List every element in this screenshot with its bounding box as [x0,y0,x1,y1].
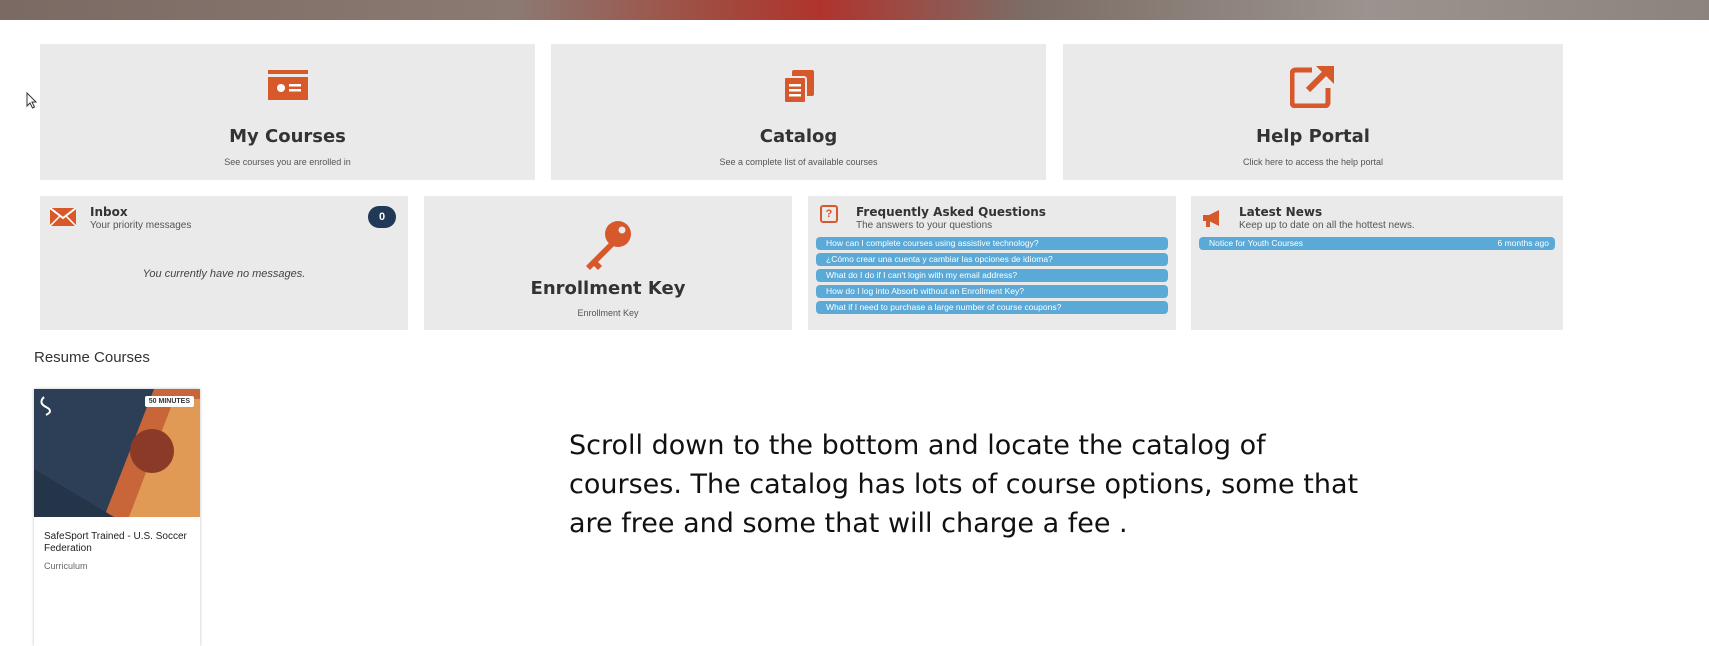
news-title: Latest News [1239,205,1323,219]
tile-subtitle: Enrollment Key [577,308,639,318]
instruction-line: are free and some that will charge a fee… [569,508,1128,539]
course-title: SafeSport Trained - U.S. Soccer Federati… [44,531,187,554]
latest-news-tile: Latest News Keep up to date on all the h… [1191,196,1563,330]
question-icon: ? [820,205,838,223]
course-duration-badge: 50 MINUTES [144,396,194,407]
inbox-count-badge: 0 [368,206,396,228]
catalog-tile[interactable]: Catalog See a complete list of available… [551,44,1046,180]
inbox-subtitle: Your priority messages [90,220,192,231]
tile-title: Catalog [759,126,838,147]
news-item[interactable]: Notice for Youth Courses 6 months ago [1199,237,1555,250]
faq-item[interactable]: How can I complete courses using assisti… [816,237,1168,250]
envelope-icon [50,208,76,226]
hero-banner [0,0,1709,20]
external-link-icon [1290,65,1334,108]
instruction-text: Scroll down to the bottom and locate the… [569,426,1358,543]
copy-documents-icon [782,70,814,104]
my-courses-tile[interactable]: My Courses See courses you are enrolled … [40,44,535,180]
inbox-empty-message: You currently have no messages. [142,268,306,280]
tile-title: My Courses [229,126,346,147]
tile-subtitle: See courses you are enrolled in [224,157,351,167]
faq-item[interactable]: How do I log into Absorb without an Enro… [816,285,1168,298]
news-item-age: 6 months ago [1497,238,1549,248]
faq-list: How can I complete courses using assisti… [816,237,1168,317]
tile-title: Enrollment Key [530,278,686,299]
course-type: Curriculum [44,561,88,571]
course-thumbnail-art [34,389,200,517]
key-icon [586,221,631,270]
help-portal-tile[interactable]: Help Portal Click here to access the hel… [1063,44,1563,180]
tile-subtitle: See a complete list of available courses [719,157,878,167]
resume-courses-heading: Resume Courses [34,349,150,366]
faq-item[interactable]: ¿Cómo crear una cuenta y cambiar las opc… [816,253,1168,266]
megaphone-icon [1203,210,1219,227]
faq-item[interactable]: What if I need to purchase a large numbe… [816,301,1168,314]
news-item-title: Notice for Youth Courses [1209,238,1304,248]
faq-subtitle: The answers to your questions [856,220,993,231]
faq-tile: ? Frequently Asked Questions The answers… [808,196,1176,330]
id-card-icon [267,70,308,100]
tile-subtitle: Click here to access the help portal [1242,157,1384,167]
mouse-cursor-icon [26,92,38,109]
faq-title: Frequently Asked Questions [856,205,1046,219]
inbox-tile[interactable]: Inbox Your priority messages 0 You curre… [40,196,408,330]
instruction-line: courses. The catalog has lots of course … [569,469,1359,500]
tile-title: Help Portal [1256,126,1370,147]
faq-item[interactable]: What do I do if I can't login with my em… [816,269,1168,282]
instruction-line: Scroll down to the bottom and locate the… [569,430,1266,461]
news-subtitle: Keep up to date on all the hottest news. [1239,220,1415,231]
inbox-title: Inbox [90,205,128,219]
enrollment-key-tile[interactable]: Enrollment Key Enrollment Key [424,196,792,330]
course-thumbnail: 50 MINUTES [34,389,200,517]
course-card[interactable]: 50 MINUTES SafeSport Trained - U.S. Socc… [34,389,200,646]
